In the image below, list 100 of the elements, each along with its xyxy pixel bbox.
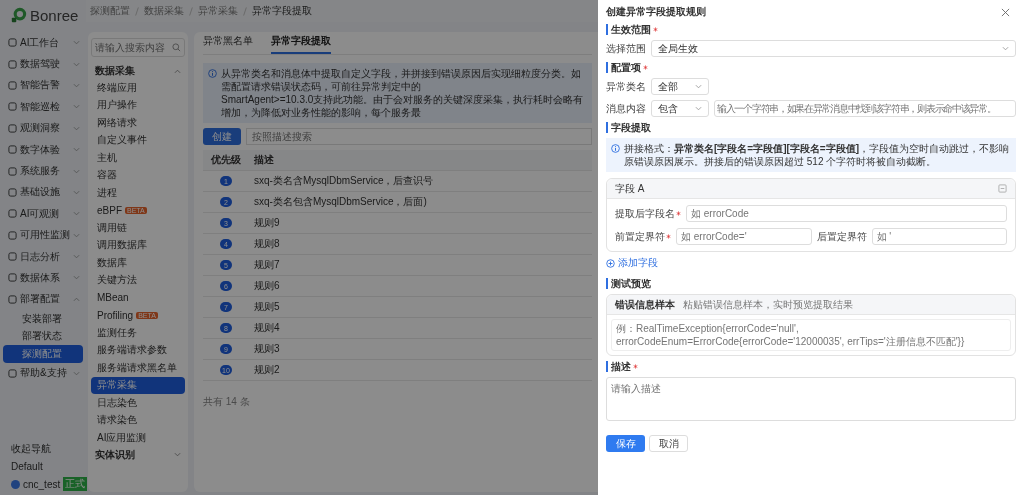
section-title: 生效范围	[606, 24, 658, 35]
nav-item[interactable]: 观测洞察	[3, 117, 83, 139]
chevron-down-icon	[73, 254, 80, 260]
group-header[interactable]: 实体识别	[91, 446, 185, 463]
sidebar-item[interactable]: 主机	[91, 149, 185, 167]
sample-input[interactable]: 例：RealTimeException{errorCode='null', errorCodeEnum=ErrorCode{errorCode='12000035', errTips='注册信息不匹配'}}	[611, 319, 1011, 351]
chevron-down-icon	[73, 61, 80, 67]
nav-item[interactable]: 部署配置	[3, 288, 83, 311]
field-label: 前置定界符	[615, 230, 671, 243]
sidebar-item[interactable]: 进程	[91, 184, 185, 202]
tab[interactable]: 异常黑名单	[203, 34, 253, 54]
section-title: 字段提取	[606, 122, 651, 133]
square-icon	[8, 38, 17, 48]
nav-item[interactable]: 基础设施	[3, 181, 83, 204]
group-header[interactable]: 数据采集	[91, 63, 185, 79]
nav-item[interactable]: 数字体验	[3, 138, 83, 161]
required-mark-icon	[643, 65, 648, 70]
required-mark-icon	[676, 211, 681, 216]
nav-item[interactable]: 帮助&支持	[3, 362, 83, 384]
square-icon	[8, 209, 17, 219]
logo-icon	[10, 6, 28, 24]
nav-item[interactable]: 数据体系	[3, 267, 83, 289]
square-icon	[8, 123, 17, 133]
sidebar-item[interactable]: 服务端请求参数	[91, 341, 185, 359]
close-icon[interactable]	[1001, 7, 1010, 17]
required-mark-icon	[653, 27, 658, 32]
save-button[interactable]: 保存	[606, 435, 645, 452]
tab[interactable]: 异常字段提取	[271, 34, 331, 54]
sidebar-item[interactable]: 数据库	[91, 254, 185, 272]
nav-item[interactable]: 日志分析	[3, 245, 83, 268]
nav-item[interactable]: AI可观测	[3, 203, 83, 225]
field-name-input[interactable]: 如 errorCode	[686, 205, 1007, 222]
user-tag: 正式	[63, 477, 88, 491]
card-title: 字段 A	[615, 181, 645, 196]
table-cell-text: sxq-类名包含MysqlDbmService，后面)	[253, 195, 427, 209]
add-field-link[interactable]: 添加字段	[606, 256, 658, 270]
total-count: 共有 14 条	[203, 395, 250, 409]
sidebar-item[interactable]: 调用数据库	[91, 236, 185, 254]
table-cell-text: 规则2	[253, 363, 280, 377]
sidebar-item[interactable]: 监测任务	[91, 324, 185, 342]
chevron-down-icon	[73, 125, 80, 131]
info-text: 从异常类名和消息体中提取自定义字段，并拼接到错误原因后实现细粒度分类。如需配置请求错误状态码，可前往异常判定中的	[221, 67, 582, 93]
sidebar-item[interactable]: 网络请求	[91, 114, 185, 132]
sidebar-item[interactable]: 调用链	[91, 219, 185, 237]
sidebar-item[interactable]: 终端应用	[91, 79, 185, 97]
chevron-down-icon	[73, 168, 80, 174]
info-text: 拼接格式：异常类名[字段名=字段值][字段名=字段值]，字段值为空时自动跳过，不影响原错误原因展示。拼接后的错误原因超过 512 个字符时将被自动截断。	[624, 142, 1010, 168]
field-label: 异常类名	[606, 80, 646, 93]
sidebar-item[interactable]: 服务端请求黑名单	[91, 359, 185, 377]
nav-subitem[interactable]: 探测配置	[3, 345, 83, 363]
card-hint: 粘贴错误信息样本，实时预览提取结果	[683, 297, 853, 312]
nav-item[interactable]: 可用性监测	[3, 224, 83, 246]
sidebar-item[interactable]: 用户操作	[91, 96, 185, 114]
create-button[interactable]: 创建	[203, 128, 241, 145]
chevron-up-icon	[174, 68, 181, 74]
nav-subitem[interactable]: 部署状态	[3, 327, 83, 346]
description-field[interactable]: 请输入描述	[606, 377, 1016, 421]
table-cell-text: 规则3	[253, 342, 280, 356]
section-title: 描述	[606, 361, 638, 372]
sidebar-item[interactable]: 关键方法	[91, 271, 185, 289]
breadcrumb-item[interactable]: 数据采集	[144, 4, 184, 18]
nav-item[interactable]: 智能告警	[3, 74, 83, 97]
sidebar-item[interactable]: 日志染色	[91, 394, 185, 412]
collapse-nav-link[interactable]: 收起导航	[11, 442, 51, 456]
info-text: SmartAgent>=10.3.0支持此功能。由于会对服务的关键深度采集，执行耗时会略有增加，为降低对业务性能的影响，每个服务最	[221, 93, 585, 119]
message-field[interactable]: 输入一个字符串，如果在异常消息中找到该字符串，则表示命中该异常。	[714, 100, 1016, 117]
nav-item[interactable]: AI工作台	[3, 32, 83, 54]
sidebar-item[interactable]: 容器	[91, 166, 185, 184]
square-icon	[8, 294, 17, 304]
search-field[interactable]: 按照描述搜索	[246, 128, 592, 145]
nav-item[interactable]: 系统服务	[3, 160, 83, 182]
chevron-down-icon	[73, 275, 80, 281]
square-icon	[8, 252, 17, 262]
sidebar-item[interactable]: 请求染色	[91, 411, 185, 429]
search-icon	[172, 43, 181, 52]
column-header: 描述	[253, 153, 274, 167]
nav-subitem[interactable]: 安装部署	[3, 310, 83, 328]
search-field[interactable]: 请输入搜索内容	[91, 38, 185, 57]
square-icon	[8, 102, 17, 112]
square-icon	[8, 166, 17, 176]
suffix-input[interactable]: 如 '	[871, 228, 1007, 245]
chevron-down-icon	[73, 147, 80, 153]
operator-select[interactable]: 包含	[651, 100, 709, 117]
field-label: 提取后字段名	[615, 207, 681, 220]
sidebar-item[interactable]: MBean	[91, 289, 185, 307]
plus-circle-icon	[606, 258, 615, 268]
nav-item[interactable]: 智能巡检	[3, 96, 83, 118]
cancel-button[interactable]: 取消	[649, 435, 688, 452]
prefix-input[interactable]: 如 errorCode='	[676, 228, 812, 245]
field-label: 后置定界符	[816, 230, 867, 243]
table-cell-text: 规则5	[253, 300, 280, 314]
workspace-label[interactable]: Default	[11, 461, 43, 472]
class-select[interactable]: 全部	[651, 78, 709, 95]
scope-select[interactable]: 全局生效	[651, 40, 1016, 57]
nav-item[interactable]: 数据驾驶	[3, 53, 83, 75]
sidebar-item[interactable]: 自定义事件	[91, 131, 185, 149]
sidebar-item[interactable]: AI应用监测	[91, 429, 185, 447]
square-icon	[8, 80, 17, 90]
sidebar-item[interactable]: 异常采集	[91, 376, 185, 394]
chevron-down-icon	[73, 104, 80, 110]
